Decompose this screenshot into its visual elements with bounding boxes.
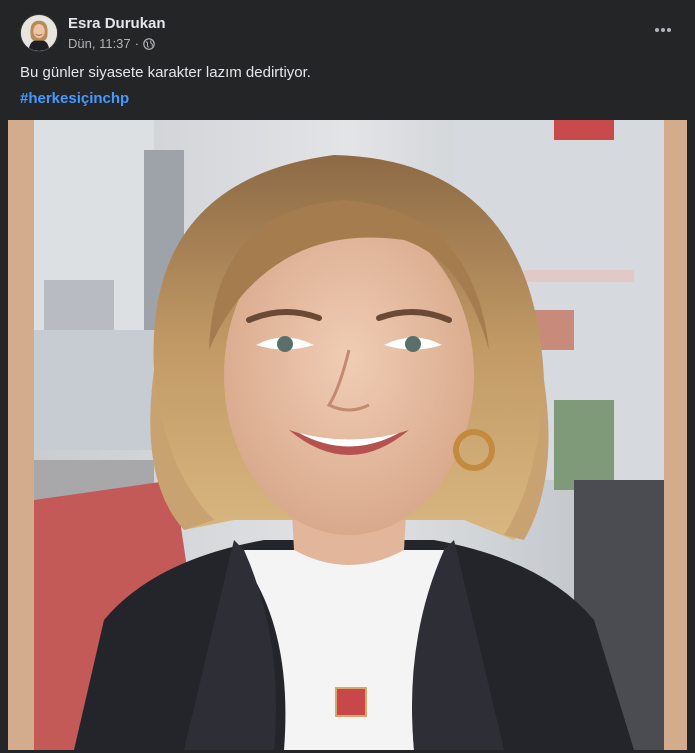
meta-separator: · [134, 36, 139, 51]
avatar-image [21, 15, 57, 51]
portrait-photo [34, 120, 664, 750]
post-meta: Dün, 11:37 · [68, 36, 155, 51]
globe-icon[interactable] [143, 37, 155, 50]
more-options-icon [655, 28, 671, 32]
post-timestamp[interactable]: Dün, 11:37 [68, 36, 131, 51]
more-options-button[interactable] [649, 18, 677, 42]
author-name[interactable]: Esra Durukan [68, 15, 166, 32]
post-photo[interactable] [34, 120, 664, 750]
hashtag-link[interactable]: #herkesiçinchp [20, 90, 129, 107]
post-photo-frame[interactable] [8, 120, 687, 750]
author-avatar[interactable] [20, 14, 58, 52]
post-header: Esra Durukan Dün, 11:37 · [0, 0, 695, 60]
facebook-post: Esra Durukan Dün, 11:37 · Bu günler siya… [0, 0, 695, 753]
post-text: Bu günler siyasete karakter lazım dedirt… [20, 64, 311, 81]
